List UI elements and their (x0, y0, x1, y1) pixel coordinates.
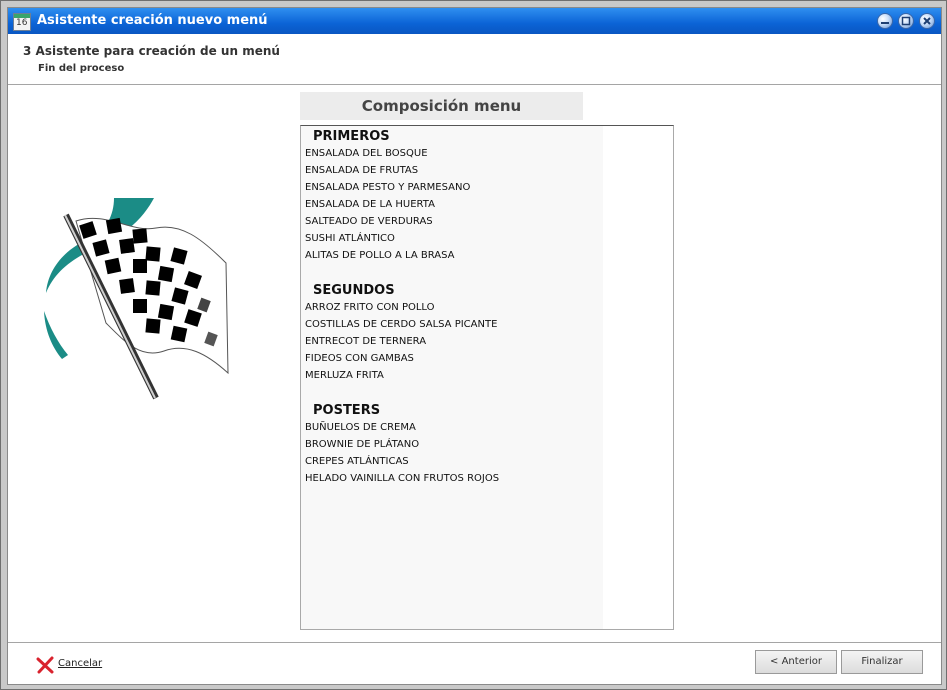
step-subtitle: Fin del proceso (38, 63, 125, 74)
window-title: Asistente creación nuevo menú (37, 13, 268, 28)
close-button[interactable] (919, 13, 935, 29)
section-heading: POSTERS (313, 403, 381, 418)
menu-item: ARROZ FRITO CON POLLO (305, 302, 435, 313)
window-body: 16 Asistente creación nuevo menú 3 Asist… (7, 7, 942, 685)
restore-icon (901, 16, 911, 26)
title-bar[interactable]: 16 Asistente creación nuevo menú (8, 8, 941, 34)
step-title: 3 Asistente para creación de un menú (23, 44, 280, 58)
menu-item: BROWNIE DE PLÁTANO (305, 439, 420, 450)
menu-item: ENTRECOT DE TERNERA (305, 336, 427, 347)
section-heading: SEGUNDOS (313, 283, 395, 298)
menu-item: ENSALADA DE FRUTAS (305, 165, 419, 176)
minimize-button[interactable] (877, 13, 893, 29)
menu-item: SUSHI ATLÁNTICO (305, 233, 395, 244)
cancel-x-icon (36, 656, 54, 674)
menu-item: MERLUZA FRITA (305, 370, 384, 381)
menu-item: ALITAS DE POLLO A LA BRASA (305, 250, 455, 261)
menu-item: SALTEADO DE VERDURAS (305, 216, 433, 227)
calendar-icon: 16 (13, 13, 31, 31)
previous-button[interactable]: < Anterior (755, 650, 837, 674)
menu-sections: PRIMEROS ENSALADA DEL BOSQUE ENSALADA DE F… (305, 128, 499, 487)
step-header: 3 Asistente para creación de un menú Fin… (8, 34, 941, 85)
menu-composition-panel[interactable]: PRIMEROS ENSALADA DEL BOSQUE ENSALADA DE F… (300, 125, 674, 630)
close-icon (923, 17, 931, 25)
wizard-window: 16 Asistente creación nuevo menú 3 Asist… (0, 0, 947, 690)
calendar-icon-number: 16 (16, 18, 28, 28)
section-heading: PRIMEROS (313, 129, 390, 144)
menu-item: BUÑUELOS DE CREMA (305, 422, 416, 433)
menu-item: CREPES ATLÁNTICAS (305, 456, 409, 467)
menu-item: HELADO VAINILLA CON FRUTOS ROJOS (305, 473, 500, 484)
cancel-label: Cancelar (58, 658, 103, 669)
menu-item: ENSALADA PESTO Y PARMESANO (305, 182, 471, 193)
menu-item: COSTILLAS DE CERDO SALSA PICANTE (305, 319, 498, 330)
menu-item: ENSALADA DE LA HUERTA (305, 199, 435, 210)
minimize-icon (881, 22, 889, 24)
footer-divider (8, 642, 941, 643)
menu-item: ENSALADA DEL BOSQUE (305, 148, 428, 159)
checkered-flag-icon (44, 198, 229, 400)
finish-button[interactable]: Finalizar (841, 650, 923, 674)
restore-button[interactable] (898, 13, 914, 29)
menu-item: FIDEOS CON GAMBAS (305, 353, 414, 364)
composition-title: Composición menu (300, 92, 583, 120)
